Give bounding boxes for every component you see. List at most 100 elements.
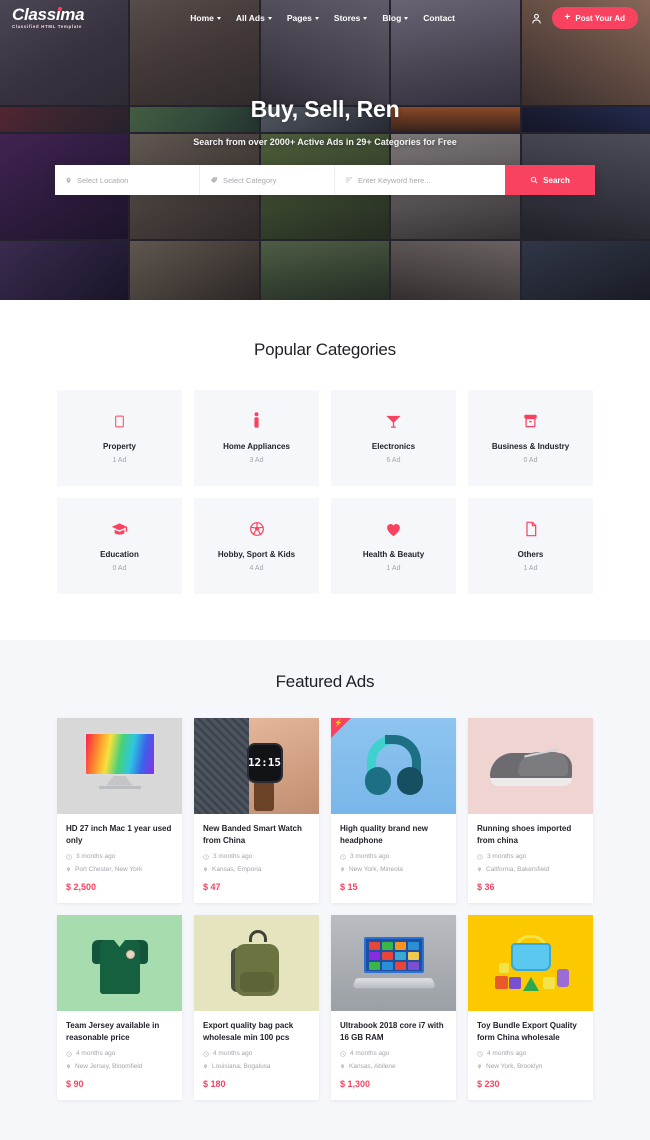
clock-icon bbox=[203, 1051, 209, 1057]
nav-label: Blog bbox=[382, 13, 401, 23]
ad-price: $ 90 bbox=[66, 1079, 173, 1089]
nav-item-stores[interactable]: Stores bbox=[334, 13, 367, 23]
ad-body: New Banded Smart Watch from China 3 mont… bbox=[194, 814, 319, 903]
category-placeholder: Select Category bbox=[223, 176, 276, 185]
ad-card[interactable]: ⚡ High quality brand new headphone 3 mon… bbox=[331, 718, 456, 903]
popular-categories-section: Popular Categories Property 1 Ad bbox=[0, 300, 650, 640]
ad-time-text: 4 months ago bbox=[350, 1050, 389, 1057]
keyword-input[interactable]: Enter Keyword here... bbox=[335, 165, 505, 195]
main-navbar: Classima Classified HTML Template Home A… bbox=[0, 0, 650, 36]
map-pin-icon bbox=[65, 176, 72, 185]
category-card-property[interactable]: Property 1 Ad bbox=[57, 390, 182, 486]
ad-time-text: 3 months ago bbox=[487, 853, 526, 860]
category-count: 3 Ad bbox=[249, 457, 263, 464]
ad-price: $ 2,500 bbox=[66, 882, 173, 892]
ad-location-text: California, Bakersfield bbox=[486, 866, 549, 873]
category-count: 6 Ad bbox=[386, 457, 400, 464]
category-card-electronics[interactable]: Electronics 6 Ad bbox=[331, 390, 456, 486]
category-card-others[interactable]: Others 1 Ad bbox=[468, 498, 593, 594]
ad-thumbnail-toy-bundle bbox=[468, 915, 593, 1011]
ad-location: New York, Mineola bbox=[340, 866, 447, 873]
ad-title: Export quality bag pack wholesale min 10… bbox=[203, 1020, 310, 1044]
tag-icon bbox=[210, 176, 218, 184]
map-pin-icon bbox=[203, 866, 208, 873]
category-count: 1 Ad bbox=[112, 457, 126, 464]
ad-card[interactable]: Toy Bundle Export Quality form China who… bbox=[468, 915, 593, 1100]
chevron-down-icon bbox=[268, 17, 272, 20]
nav-item-pages[interactable]: Pages bbox=[287, 13, 319, 23]
graduation-cap-icon bbox=[111, 520, 128, 538]
location-select[interactable]: Select Location bbox=[55, 165, 200, 195]
building-icon bbox=[113, 412, 126, 430]
map-pin-icon bbox=[66, 866, 71, 873]
ad-location: New York, Brooklyn bbox=[477, 1063, 584, 1070]
category-count: 0 Ad bbox=[523, 457, 537, 464]
category-select[interactable]: Select Category bbox=[200, 165, 335, 195]
toy-illustration bbox=[493, 935, 569, 991]
ad-body: Team Jersey available in reasonable pric… bbox=[57, 1011, 182, 1100]
imac-stand bbox=[107, 776, 133, 786]
plus-icon: + bbox=[565, 13, 571, 23]
hero-subtitle: Search from over 2000+ Active Ads in 29+… bbox=[0, 137, 650, 147]
nav-item-contact[interactable]: Contact bbox=[423, 13, 455, 23]
map-pin-icon bbox=[66, 1063, 71, 1070]
nav-item-blog[interactable]: Blog bbox=[382, 13, 408, 23]
hero-title: Buy, Sell, Ren bbox=[0, 96, 650, 123]
category-count: 1 Ad bbox=[386, 565, 400, 572]
category-count: 1 Ad bbox=[523, 565, 537, 572]
categories-grid: Property 1 Ad Home Appliances 3 Ad Elect… bbox=[0, 390, 650, 594]
backpack-illustration bbox=[229, 930, 285, 996]
ad-time-text: 3 months ago bbox=[350, 853, 389, 860]
ad-time-text: 4 months ago bbox=[487, 1050, 526, 1057]
ad-time: 4 months ago bbox=[66, 1050, 173, 1057]
search-button[interactable]: Search bbox=[505, 165, 595, 195]
ad-card[interactable]: 12:15 New Banded Smart Watch from China … bbox=[194, 718, 319, 903]
clock-icon bbox=[203, 854, 209, 860]
post-ad-label: Post Your Ad bbox=[575, 14, 625, 23]
ad-card[interactable]: HD 27 inch Mac 1 year used only 3 months… bbox=[57, 718, 182, 903]
ad-body: Running shoes imported from china 3 mont… bbox=[468, 814, 593, 903]
post-your-ad-button[interactable]: + Post Your Ad bbox=[552, 7, 638, 29]
clock-icon bbox=[477, 854, 483, 860]
nav-item-all-ads[interactable]: All Ads bbox=[236, 13, 272, 23]
map-pin-icon bbox=[340, 866, 345, 873]
ad-location: Port Chester, New York bbox=[66, 866, 173, 873]
user-icon[interactable] bbox=[530, 12, 543, 25]
hero-search-bar: Select Location Select Category Enter Ke… bbox=[55, 165, 595, 195]
map-pin-icon bbox=[340, 1063, 345, 1070]
ad-card[interactable]: Running shoes imported from china 3 mont… bbox=[468, 718, 593, 903]
search-icon bbox=[530, 176, 538, 184]
site-logo[interactable]: Classima Classified HTML Template bbox=[12, 6, 84, 30]
category-card-education[interactable]: Education 0 Ad bbox=[57, 498, 182, 594]
ad-time-text: 3 months ago bbox=[76, 853, 115, 860]
jersey-illustration bbox=[92, 932, 148, 994]
category-card-business-industry[interactable]: Business & Industry 0 Ad bbox=[468, 390, 593, 486]
ad-time: 4 months ago bbox=[203, 1050, 310, 1057]
soccer-ball-icon bbox=[249, 520, 265, 538]
category-name: Health & Beauty bbox=[363, 550, 424, 559]
shoe-illustration bbox=[490, 746, 572, 786]
ad-thumbnail-laptop bbox=[331, 915, 456, 1011]
flash-icon: ⚡ bbox=[334, 720, 343, 727]
category-name: Others bbox=[518, 550, 544, 559]
ad-location: New Jersey, Bloomfield bbox=[66, 1063, 173, 1070]
category-card-home-appliances[interactable]: Home Appliances 3 Ad bbox=[194, 390, 319, 486]
ad-thumbnail-team-jersey bbox=[57, 915, 182, 1011]
ad-price: $ 15 bbox=[340, 882, 447, 892]
ad-card[interactable]: Ultrabook 2018 core i7 with 16 GB RAM 4 … bbox=[331, 915, 456, 1100]
ad-thumbnail-backpack bbox=[194, 915, 319, 1011]
navbar-actions: + Post Your Ad bbox=[530, 7, 638, 29]
clock-icon bbox=[66, 854, 72, 860]
ad-card[interactable]: Export quality bag pack wholesale min 10… bbox=[194, 915, 319, 1100]
ad-location-text: Port Chester, New York bbox=[75, 866, 142, 873]
clock-icon bbox=[340, 854, 346, 860]
map-pin-icon bbox=[203, 1063, 208, 1070]
chevron-down-icon bbox=[217, 17, 221, 20]
category-card-hobby-sport-kids[interactable]: Hobby, Sport & Kids 4 Ad bbox=[194, 498, 319, 594]
nav-item-home[interactable]: Home bbox=[190, 13, 221, 23]
category-card-health-beauty[interactable]: Health & Beauty 1 Ad bbox=[331, 498, 456, 594]
keyword-placeholder: Enter Keyword here... bbox=[358, 176, 431, 185]
ad-card[interactable]: Team Jersey available in reasonable pric… bbox=[57, 915, 182, 1100]
category-count: 0 Ad bbox=[112, 565, 126, 572]
featured-ads-section: Featured Ads HD 27 inch Mac 1 year used … bbox=[0, 640, 650, 1140]
